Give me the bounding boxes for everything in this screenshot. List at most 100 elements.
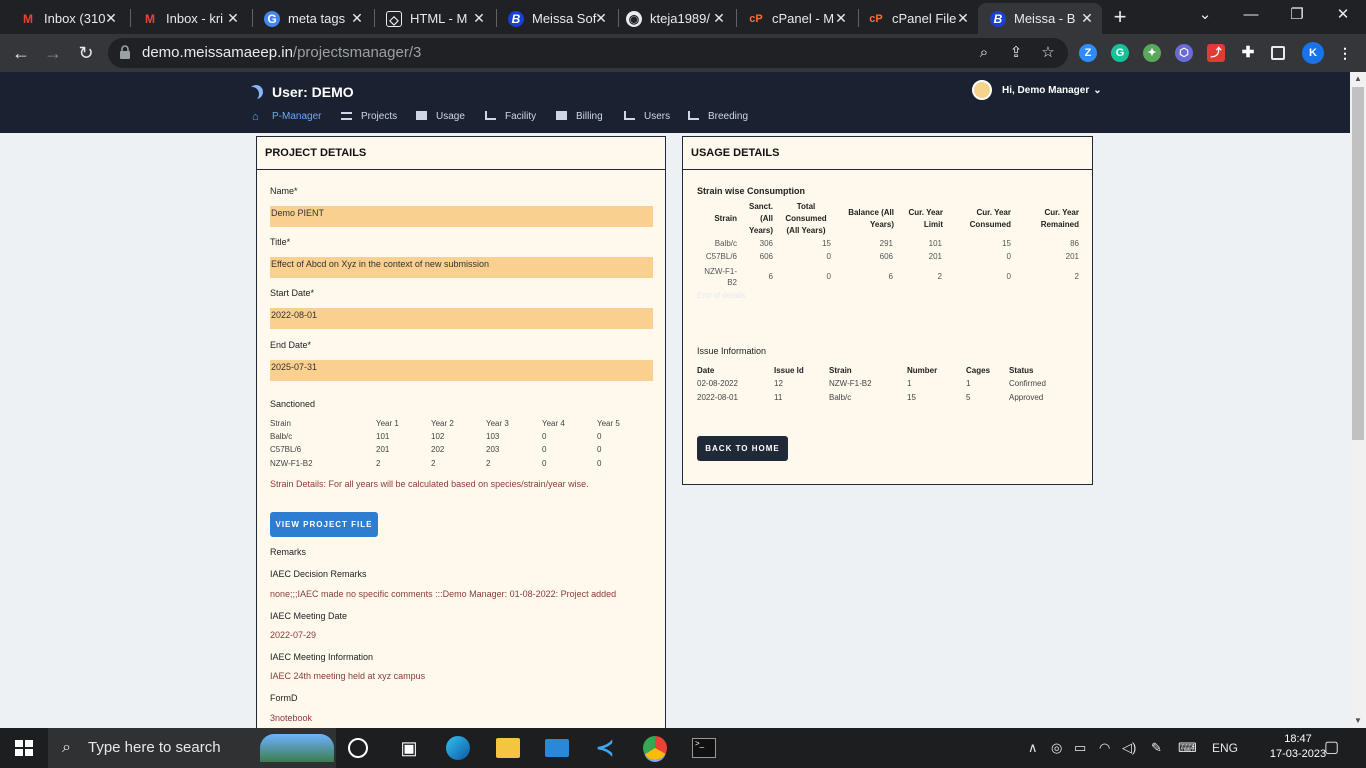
new-tab-button[interactable]: + — [1108, 4, 1132, 30]
close-icon[interactable]: ✕ — [954, 3, 972, 34]
close-icon[interactable]: ✕ — [832, 3, 850, 34]
close-icon[interactable]: ✕ — [470, 3, 488, 34]
table-header: Cur. Year Consumed — [969, 208, 1011, 229]
nav-item-projects[interactable]: Projects — [341, 110, 397, 124]
share-icon[interactable]: ⇪ — [1006, 43, 1026, 63]
browser-tab[interactable]: M Inbox (310 ✕ — [8, 3, 126, 34]
address-bar[interactable]: demo.meissamaeep.in/projectsmanager/3 ⌕ … — [108, 38, 1068, 68]
close-icon[interactable]: ✕ — [102, 3, 120, 34]
table-cell: 0 — [597, 445, 602, 454]
nav-item-facility[interactable]: Facility — [485, 110, 536, 124]
chart-icon — [624, 111, 635, 120]
bookmark-star-icon[interactable]: ☆ — [1038, 43, 1058, 63]
hexagon-extension-icon[interactable]: ⬡ — [1175, 44, 1193, 62]
tray-keyboard-icon[interactable]: ⌨ — [1178, 738, 1197, 758]
tray-camera-icon[interactable]: ◎ — [1051, 738, 1062, 758]
zoom-icon[interactable]: ⌕ — [974, 43, 994, 63]
minimize-button[interactable]: — — [1228, 0, 1274, 32]
tray-chevron-icon[interactable]: ∧ — [1028, 738, 1038, 758]
meeting-info-value: IAEC 24th meeting held at xyz campus — [270, 671, 426, 681]
browser-tab[interactable]: ◇ HTML - M ✕ — [374, 3, 494, 34]
scroll-down-arrow-icon[interactable]: ▼ — [1350, 714, 1366, 728]
end-date-field[interactable]: 2025-07-31 — [270, 360, 653, 381]
table-cell: 5 — [966, 393, 971, 402]
terminal-icon[interactable]: >_ — [692, 738, 716, 758]
tray-battery-icon[interactable]: ▭ — [1074, 738, 1086, 758]
clock[interactable]: 18:47 17-03-2023 — [1268, 732, 1328, 762]
zoom-extension-icon[interactable]: Z — [1079, 44, 1097, 62]
close-icon[interactable]: ✕ — [1078, 3, 1096, 34]
tab-title: Inbox - kri — [166, 11, 224, 26]
table-cell: 2 — [486, 459, 491, 468]
restore-button[interactable]: ❐ — [1274, 0, 1320, 32]
language-indicator[interactable]: ENG — [1212, 738, 1238, 758]
file-explorer-icon[interactable] — [496, 738, 520, 758]
panel-title: USAGE DETAILS — [683, 137, 1092, 170]
back-to-home-button[interactable]: BACK TO HOME — [697, 436, 788, 461]
grammarly-extension-icon[interactable]: G — [1111, 44, 1129, 62]
side-panel-icon[interactable] — [1271, 46, 1285, 60]
nav-item-usage[interactable]: Usage — [416, 110, 465, 124]
browser-tab[interactable]: B Meissa Sof ✕ — [496, 3, 616, 34]
profile-avatar[interactable]: K — [1302, 42, 1324, 64]
close-icon[interactable]: ✕ — [348, 3, 366, 34]
nav-item-users[interactable]: Users — [624, 110, 670, 124]
tray-wifi-icon[interactable]: ◠ — [1099, 738, 1110, 758]
table-cell: C57BL/6 — [705, 252, 737, 261]
start-date-field[interactable]: 2022-08-01 — [270, 308, 653, 329]
browser-tab-active[interactable]: B Meissa - B ✕ — [978, 3, 1102, 34]
scrollbar-thumb[interactable] — [1352, 87, 1364, 440]
chrome-icon[interactable] — [643, 736, 667, 760]
view-project-file-button[interactable]: VIEW PROJECT FILE — [270, 512, 378, 537]
forward-arrow-icon[interactable]: → — [40, 40, 66, 66]
nav-item-billing[interactable]: Billing — [556, 110, 603, 124]
task-view-icon[interactable]: ▣ — [397, 736, 421, 760]
title-field[interactable]: Effect of Abcd on Xyz in the context of … — [270, 257, 653, 278]
table-header: Cur. Year Remained — [1040, 208, 1079, 229]
browser-tab[interactable]: G meta tags ✕ — [252, 3, 372, 34]
close-icon[interactable]: ✕ — [710, 3, 728, 34]
reload-icon[interactable]: ↻ — [73, 40, 99, 66]
table-cell: 0 — [542, 459, 547, 468]
page-scrollbar[interactable]: ▲ ▼ — [1350, 72, 1366, 728]
table-header: Cur. Year Limit — [908, 208, 943, 229]
moon-icon — [249, 85, 263, 99]
vscode-icon[interactable]: ≺ — [593, 736, 617, 760]
windows-start-icon[interactable] — [12, 736, 36, 760]
taskbar-search-box[interactable]: ⌕ Type here to search — [48, 728, 336, 768]
nav-label: Usage — [436, 111, 465, 122]
usage-details-panel: USAGE DETAILS Strain wise Consumption St… — [682, 136, 1093, 485]
table-header: Status — [1009, 366, 1034, 375]
scroll-up-arrow-icon[interactable]: ▲ — [1350, 72, 1366, 86]
pdf-extension-icon[interactable]: ⤴ — [1207, 44, 1225, 62]
mail-icon[interactable] — [545, 739, 569, 757]
close-window-button[interactable]: ✕ — [1320, 0, 1366, 32]
chart-icon — [485, 111, 496, 120]
close-icon[interactable]: ✕ — [592, 3, 610, 34]
search-highlight-image — [260, 734, 334, 762]
colorful-extension-icon[interactable]: ✦ — [1143, 44, 1161, 62]
tray-volume-icon[interactable]: ◁) — [1122, 738, 1136, 758]
chart-icon — [688, 111, 699, 120]
edge-icon[interactable] — [446, 736, 470, 760]
name-field[interactable]: Demo PIENT — [270, 206, 653, 227]
menu-kebab-icon[interactable]: ⋮ — [1336, 44, 1354, 62]
browser-tab[interactable]: ◉ kteja1989/ ✕ — [614, 3, 734, 34]
table-cell: 2 — [431, 459, 436, 468]
table-cell: 86 — [1070, 239, 1079, 248]
nav-label: Users — [644, 111, 671, 122]
tray-pen-icon[interactable]: ✎ — [1151, 738, 1162, 758]
extensions-puzzle-icon[interactable]: ✚ — [1239, 44, 1257, 62]
user-menu[interactable]: Hi, Demo Manager ⌄ — [972, 80, 1102, 102]
nav-item-breeding[interactable]: Breeding — [688, 110, 748, 124]
nav-item-p-manager[interactable]: ⌂ P-Manager — [252, 110, 321, 124]
back-arrow-icon[interactable]: ← — [8, 40, 34, 66]
cortana-icon[interactable] — [348, 738, 368, 758]
close-icon[interactable]: ✕ — [224, 3, 242, 34]
browser-tab[interactable]: cP cPanel File ✕ — [856, 3, 978, 34]
notification-icon[interactable]: ▢ — [1324, 738, 1339, 758]
table-header: Balance (All Years) — [848, 208, 894, 229]
tab-search-button[interactable]: ⌄ — [1182, 0, 1228, 32]
browser-tab[interactable]: M Inbox - kri ✕ — [130, 3, 248, 34]
browser-tab[interactable]: cP cPanel - M ✕ — [736, 3, 856, 34]
